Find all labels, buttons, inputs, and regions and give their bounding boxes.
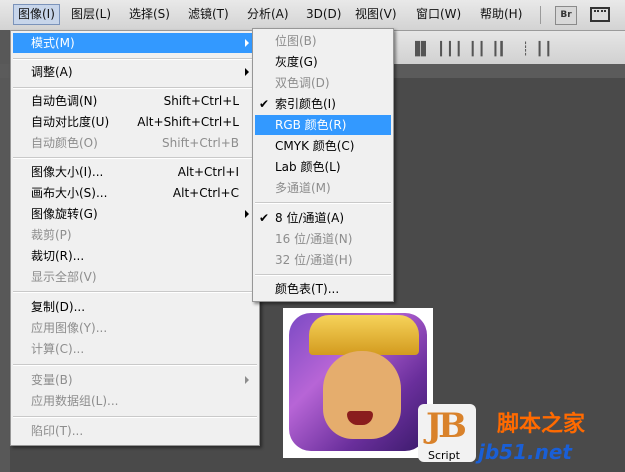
menu-item-image-size[interactable]: 图像大小(I)... Alt+Ctrl+I: [13, 162, 257, 182]
menu-select[interactable]: 选择(S): [125, 5, 174, 24]
watermark-site-name: 脚本之家: [497, 412, 586, 437]
checkmark-icon: ✔: [259, 97, 270, 111]
menu-item-reveal-all[interactable]: 显示全部(V): [13, 267, 257, 287]
menu-item-variables[interactable]: 变量(B): [13, 370, 257, 390]
mode-item-8bit[interactable]: ✔ 8 位/通道(A): [255, 208, 391, 228]
menu-item-duplicate[interactable]: 复制(D)...: [13, 297, 257, 317]
screen-mode-icon[interactable]: [590, 7, 610, 22]
checkmark-icon: ✔: [259, 211, 270, 225]
menu-item-adjust[interactable]: 调整(A): [13, 62, 257, 82]
menu-view[interactable]: 视图(V): [351, 5, 401, 24]
menu-item-canvas-size[interactable]: 画布大小(S)... Alt+Ctrl+C: [13, 183, 257, 203]
menu-bar: 图像(I) 图层(L) 选择(S) 滤镜(T) 分析(A) 3D(D) 视图(V…: [0, 0, 625, 31]
mode-submenu: 位图(B) 灰度(G) 双色调(D) ✔ 索引颜色(I) RGB 颜色(R) CM…: [252, 28, 394, 302]
menu-item-auto-color[interactable]: 自动颜色(O) Shift+Ctrl+B: [13, 133, 257, 153]
menu-image[interactable]: 图像(I): [13, 4, 60, 25]
bridge-button[interactable]: Br: [555, 6, 577, 25]
game-icon-art: [289, 313, 427, 451]
submenu-arrow-icon: [245, 39, 249, 47]
menu-window[interactable]: 窗口(W): [412, 5, 465, 24]
menu-item-trim[interactable]: 裁切(R)...: [13, 246, 257, 266]
watermark-script-text: Script: [428, 449, 460, 462]
menu-item-apply-image[interactable]: 应用图像(Y)...: [13, 318, 257, 338]
menu-item-calculations[interactable]: 计算(C)...: [13, 339, 257, 359]
mode-item-rgb-color[interactable]: RGB 颜色(R): [255, 115, 391, 135]
mode-item-lab-color[interactable]: Lab 颜色(L): [255, 157, 391, 177]
menu-separator: [13, 364, 257, 366]
menu-separator: [13, 58, 257, 60]
menu-filter[interactable]: 滤镜(T): [184, 5, 233, 24]
submenu-arrow-icon: [245, 210, 249, 218]
align-icons[interactable]: ▐▌ ┃┃┃ ┃┃ ┃▎ ┊ ┃┃: [410, 42, 553, 57]
watermark-site-url: jb51.net: [478, 440, 572, 464]
menu-separator: [13, 87, 257, 89]
menu-separator: [540, 6, 541, 24]
menu-separator: [255, 274, 391, 276]
menu-separator: [255, 202, 391, 204]
mode-item-duotone[interactable]: 双色调(D): [255, 73, 391, 93]
menu-layer[interactable]: 图层(L): [67, 5, 115, 24]
mode-item-grayscale[interactable]: 灰度(G): [255, 52, 391, 72]
menu-separator: [13, 291, 257, 293]
menu-item-mode[interactable]: 模式(M): [13, 33, 257, 53]
submenu-arrow-icon: [245, 376, 249, 384]
menu-item-auto-tone[interactable]: 自动色调(N) Shift+Ctrl+L: [13, 91, 257, 111]
mode-item-color-table[interactable]: 颜色表(T)...: [255, 279, 391, 299]
menu-separator: [13, 157, 257, 159]
jb-logo-text: JB: [426, 406, 467, 446]
menu-help[interactable]: 帮助(H): [476, 5, 526, 24]
image-menu: 模式(M) 调整(A) 自动色调(N) Shift+Ctrl+L 自动对比度(U)…: [10, 30, 260, 446]
face-shape: [323, 351, 401, 439]
menu-analysis[interactable]: 分析(A): [243, 5, 293, 24]
menu-item-crop[interactable]: 裁剪(P): [13, 225, 257, 245]
mode-item-32bit[interactable]: 32 位/通道(H): [255, 250, 391, 270]
canvas-image: [283, 308, 433, 458]
menu-item-auto-contrast[interactable]: 自动对比度(U) Alt+Shift+Ctrl+L: [13, 112, 257, 132]
mode-item-bitmap[interactable]: 位图(B): [255, 31, 391, 51]
mode-item-16bit[interactable]: 16 位/通道(N): [255, 229, 391, 249]
menu-item-image-rotation[interactable]: 图像旋转(G): [13, 204, 257, 224]
menu-3d[interactable]: 3D(D): [302, 5, 345, 24]
mode-item-multichannel[interactable]: 多通道(M): [255, 178, 391, 198]
submenu-arrow-icon: [245, 68, 249, 76]
tools-strip: [0, 30, 10, 472]
menu-separator: [13, 416, 257, 418]
mode-item-indexed-color[interactable]: ✔ 索引颜色(I): [255, 94, 391, 114]
helmet-shape: [309, 315, 419, 355]
menu-item-apply-data-set[interactable]: 应用数据组(L)...: [13, 391, 257, 411]
mode-item-cmyk-color[interactable]: CMYK 颜色(C): [255, 136, 391, 156]
menu-item-trap[interactable]: 陷印(T)...: [13, 421, 257, 441]
